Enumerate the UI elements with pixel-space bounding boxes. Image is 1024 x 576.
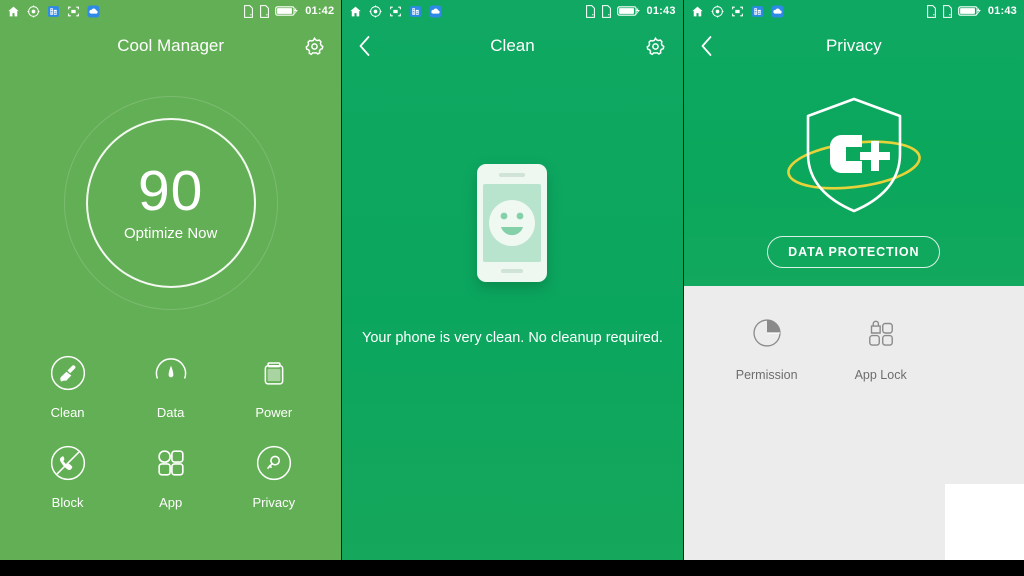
status-bar-panel3: 01:43 xyxy=(684,0,1024,22)
home-icon xyxy=(692,6,703,16)
location-icon xyxy=(27,5,40,17)
status-bar-left-icons xyxy=(691,5,784,18)
feature-tile-block[interactable]: Block xyxy=(16,442,119,510)
cloud-icon xyxy=(429,5,442,17)
apps-grid-icon xyxy=(150,442,192,484)
building-icon xyxy=(751,5,763,17)
battery-icon xyxy=(616,6,640,16)
sim1-icon xyxy=(244,4,254,18)
home-icon xyxy=(350,6,361,16)
app-bar-panel2: Clean xyxy=(342,22,682,70)
feature-tile-data[interactable]: Data xyxy=(119,352,222,420)
status-bar-clock: 01:43 xyxy=(987,4,1017,17)
panel-cool-manager: 01:42 Cool Manager 90 Optimize Now Clean xyxy=(0,0,342,576)
status-bar-panel1: 01:42 xyxy=(0,0,341,22)
settings-button[interactable] xyxy=(643,33,669,59)
app-lock-icon xyxy=(860,312,902,354)
feature-tile-power[interactable]: Power xyxy=(222,352,325,420)
privacy-tools-grid: Permission App Lock xyxy=(684,286,1024,382)
privacy-header: 01:43 Privacy DATA PROTECTION xyxy=(683,0,1024,286)
chevron-left-icon xyxy=(359,36,370,56)
brand-logo xyxy=(684,80,1024,230)
back-button[interactable] xyxy=(356,31,382,61)
chevron-left-icon xyxy=(701,36,712,56)
battery-icon xyxy=(275,6,299,16)
optimize-dial-button[interactable]: 90 Optimize Now xyxy=(85,118,256,288)
gauge-icon xyxy=(150,352,192,394)
status-bar-clock: 01:42 xyxy=(305,4,335,17)
building-icon xyxy=(48,5,59,17)
white-overlay-patch xyxy=(944,484,1024,570)
battery-icon xyxy=(957,6,981,16)
clean-status-message: Your phone is very clean. No cleanup req… xyxy=(362,330,663,346)
screenshot-icon xyxy=(390,6,402,16)
feature-tile-label: Clean xyxy=(50,405,85,420)
back-button[interactable] xyxy=(698,31,724,61)
status-bar-left-icons xyxy=(349,5,442,18)
optimize-score: 90 xyxy=(137,159,204,224)
screenshot-icon xyxy=(68,6,79,16)
phone-smiley-icon xyxy=(477,164,548,282)
status-bar-right-icons: 01:43 xyxy=(926,4,1017,18)
feature-tile-label: Block xyxy=(51,495,84,510)
status-bar-panel2: 01:43 xyxy=(342,0,682,22)
feature-tile-label: App xyxy=(159,495,183,510)
feature-tile-app[interactable]: App xyxy=(119,442,222,510)
bottom-black-bar xyxy=(0,560,1024,576)
privacy-tile-app-lock[interactable]: App Lock xyxy=(824,312,938,382)
status-bar-right-icons: 01:42 xyxy=(243,4,335,18)
app-bar-panel3: Privacy xyxy=(684,22,1024,70)
status-bar-left-icons xyxy=(7,5,100,18)
location-icon xyxy=(369,5,382,17)
data-protection-button[interactable]: DATA PROTECTION xyxy=(767,236,941,268)
call-block-icon xyxy=(47,442,89,484)
sim2-icon xyxy=(260,4,270,18)
key-icon xyxy=(253,442,295,484)
page-title: Clean xyxy=(490,36,535,55)
cloud-icon xyxy=(771,5,784,17)
gear-icon xyxy=(305,36,324,55)
privacy-tile-label: Permission xyxy=(735,368,798,382)
pie-chart-icon xyxy=(746,312,788,354)
settings-button[interactable] xyxy=(301,33,327,59)
status-bar-right-icons: 01:43 xyxy=(585,4,676,18)
optimize-dial-area: 90 Optimize Now xyxy=(0,78,341,328)
feature-grid: Clean Data Power Block App Privacy xyxy=(0,352,341,510)
home-icon xyxy=(8,6,19,16)
feature-tile-clean[interactable]: Clean xyxy=(16,352,119,420)
screenshot-strip: 01:42 Cool Manager 90 Optimize Now Clean xyxy=(0,0,1024,576)
sim2-icon xyxy=(942,4,952,18)
sim1-icon xyxy=(585,4,595,18)
feature-tile-label: Power xyxy=(255,405,293,420)
broom-icon xyxy=(47,352,89,394)
status-bar-clock: 01:43 xyxy=(646,4,676,17)
location-icon xyxy=(711,5,724,17)
screenshot-icon xyxy=(731,6,743,16)
privacy-tile-permission[interactable]: Permission xyxy=(710,312,824,382)
feature-tile-privacy[interactable]: Privacy xyxy=(222,442,325,510)
panel-privacy: 01:43 Privacy DATA PROTECTION Permission… xyxy=(683,0,1024,576)
shield-c-plus-logo xyxy=(786,97,921,213)
optimize-action-label: Optimize Now xyxy=(123,224,218,242)
feature-tile-label: Privacy xyxy=(252,495,296,510)
feature-tile-label: Data xyxy=(156,405,185,420)
app-bar-panel1: Cool Manager xyxy=(0,22,341,70)
clean-status-area: Your phone is very clean. No cleanup req… xyxy=(342,70,682,346)
cloud-icon xyxy=(87,5,100,17)
building-icon xyxy=(410,5,422,17)
battery-icon xyxy=(253,352,295,394)
gear-icon xyxy=(646,36,665,55)
privacy-tile-label: App Lock xyxy=(854,368,907,382)
page-title: Cool Manager xyxy=(117,36,225,55)
page-title: Privacy xyxy=(825,36,882,55)
sim1-icon xyxy=(926,4,936,18)
panel-clean: 01:43 Clean Your phone is very clean. No… xyxy=(342,0,683,576)
sim2-icon xyxy=(601,4,611,18)
